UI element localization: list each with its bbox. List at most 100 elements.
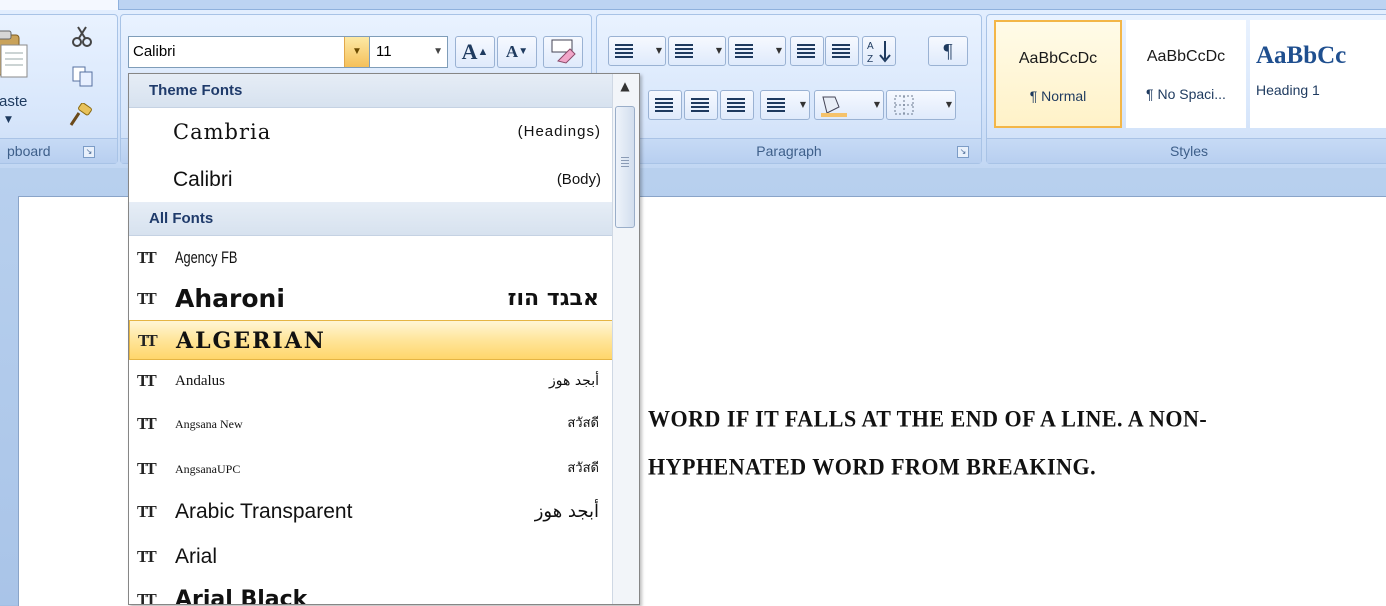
shrink-font-icon: ▼ <box>518 46 529 57</box>
grow-font-icon: ▲ <box>477 46 489 58</box>
font-option-aharoni[interactable]: TT Aharoni אבגד הוז <box>129 279 613 319</box>
clear-formatting-icon <box>551 39 576 64</box>
font-option-role: (Headings) <box>517 123 601 140</box>
font-option-arabic-transparent[interactable]: TT Arabic Transparent أبجد هوز <box>129 492 613 532</box>
paste-icon[interactable] <box>0 29 29 81</box>
font-option-algerian[interactable]: TT ALGERIAN <box>129 320 613 360</box>
borders-button[interactable]: ▼ <box>886 90 956 120</box>
font-option-name: Angsana New <box>175 417 243 431</box>
decrease-indent-button[interactable] <box>790 36 824 66</box>
font-option-andalus[interactable]: TT Andalus أبجد هوز <box>129 361 613 401</box>
paste-dropdown-arrow[interactable]: ▼ <box>5 115 12 125</box>
font-option-angsana-new[interactable]: TT Angsana New สวัสดี <box>129 404 613 444</box>
sort-icon: A Z <box>867 41 891 65</box>
font-size-dropdown-arrow[interactable]: ▼ <box>433 37 443 67</box>
style-sample: AaBbCcDc <box>1146 48 1226 65</box>
clipboard-dialog-launcher[interactable]: ↘ <box>83 146 95 158</box>
svg-text:Z: Z <box>867 54 873 65</box>
style-name: ¶ No Spaci... <box>1146 86 1226 102</box>
font-option-name: Arial <box>175 545 218 568</box>
truetype-font-icon: TT <box>137 502 157 521</box>
font-option-role: (Body) <box>556 171 601 188</box>
truetype-font-icon: TT <box>137 547 157 566</box>
numbering-button[interactable]: ▼ <box>668 36 726 66</box>
font-size-combobox[interactable]: 11 ▼ <box>370 36 448 68</box>
shading-button[interactable]: ▼ <box>814 90 884 120</box>
line-spacing-icon <box>767 98 785 112</box>
style-name: ¶ Normal <box>1029 88 1087 104</box>
font-option-sample: אבגד הוז <box>507 286 599 311</box>
font-option-name: Aharoni <box>175 284 285 313</box>
align-right-icon <box>691 98 709 112</box>
grow-font-button[interactable]: A▲ <box>455 36 495 68</box>
shrink-font-button[interactable]: A▼ <box>497 36 537 68</box>
font-dropdown-list[interactable]: Theme Fonts Cambria (Headings) Calibri (… <box>128 73 640 605</box>
clipboard-group: Paste ▼ pboard ↘ <box>0 14 118 164</box>
line-spacing-button[interactable]: ▼ <box>760 90 810 120</box>
font-option-name: Arial Black <box>175 587 308 605</box>
font-option-name: AngsanaUPC <box>175 462 241 476</box>
document-text-line[interactable]: WORD IF IT FALLS AT THE END OF A LINE. A… <box>648 405 1207 432</box>
style-heading-1[interactable]: AaBbCc Heading 1 <box>1250 20 1386 128</box>
style-sample: AaBbCc <box>1256 42 1347 69</box>
bullets-icon <box>615 44 633 58</box>
multilevel-list-icon <box>735 44 753 58</box>
theme-fonts-header: Theme Fonts <box>129 74 613 108</box>
style-no-spacing[interactable]: AaBbCcDc ¶ No Spaci... <box>1126 20 1246 128</box>
align-right-button[interactable] <box>684 90 718 120</box>
increase-indent-icon <box>832 44 850 58</box>
format-painter-icon[interactable] <box>67 103 93 127</box>
justify-button[interactable] <box>720 90 754 120</box>
style-name: Heading 1 <box>1256 82 1320 98</box>
font-option-name: Andalus <box>175 373 225 389</box>
font-name-value: Calibri <box>133 43 176 60</box>
document-text-line[interactable]: HYPHENATED WORD FROM BREAKING. <box>648 453 1096 480</box>
scroll-up-arrow-icon[interactable]: ▲ <box>615 76 635 96</box>
font-option-arial[interactable]: TT Arial <box>129 537 613 577</box>
styles-group-label: Styles <box>987 138 1386 163</box>
numbering-icon <box>675 44 693 58</box>
decrease-indent-icon <box>797 44 815 58</box>
multilevel-list-button[interactable]: ▼ <box>728 36 786 66</box>
shading-bucket-icon <box>821 96 847 117</box>
font-option-name: Agency FB <box>175 248 238 267</box>
increase-indent-button[interactable] <box>825 36 859 66</box>
truetype-font-icon: TT <box>138 331 158 350</box>
justify-icon <box>727 98 745 112</box>
paragraph-dialog-launcher[interactable]: ↘ <box>957 146 969 158</box>
font-option-cambria[interactable]: Cambria (Headings) <box>129 110 613 154</box>
copy-icon[interactable] <box>71 65 97 89</box>
font-option-arial-black[interactable]: TT Arial Black <box>129 580 613 605</box>
font-option-sample: สวัสดี <box>567 416 599 431</box>
font-name-dropdown-button[interactable]: ▼ <box>344 37 369 67</box>
borders-icon <box>894 95 914 115</box>
font-size-value: 11 <box>376 43 392 60</box>
sort-button[interactable]: A Z <box>862 36 896 66</box>
paragraph-group-label: Paragraph <box>597 138 981 163</box>
style-sample: AaBbCcDc <box>1018 50 1098 67</box>
font-option-agency-fb[interactable]: TT Agency FB <box>129 238 613 278</box>
font-option-name: Cambria <box>173 120 272 144</box>
truetype-font-icon: TT <box>137 414 157 433</box>
show-formatting-marks-button[interactable]: ¶ <box>928 36 968 66</box>
font-option-calibri[interactable]: Calibri (Body) <box>129 158 613 202</box>
clear-formatting-button[interactable] <box>543 36 583 68</box>
scrollbar-thumb[interactable] <box>615 106 635 228</box>
style-normal[interactable]: AaBbCcDc ¶ Normal <box>994 20 1122 128</box>
font-option-sample: أبجد هوز <box>534 501 599 522</box>
pilcrow-icon: ¶ <box>943 40 953 62</box>
font-option-name: ALGERIAN <box>176 328 326 354</box>
font-option-angsanaupc[interactable]: TT AngsanaUPC สวัสดี <box>129 449 613 489</box>
font-name-combobox[interactable]: Calibri ▼ <box>128 36 370 68</box>
font-option-sample: สวัสดี <box>567 461 599 476</box>
truetype-font-icon: TT <box>137 371 157 390</box>
truetype-font-icon: TT <box>137 459 157 478</box>
cut-icon[interactable] <box>69 25 95 49</box>
font-option-name: Arabic Transparent <box>175 500 353 523</box>
font-option-name: Calibri <box>173 168 233 191</box>
align-center-button[interactable] <box>648 90 682 120</box>
bullets-button[interactable]: ▼ <box>608 36 666 66</box>
tab-home[interactable] <box>0 0 119 10</box>
font-list-scrollbar[interactable]: ▲ <box>612 74 639 604</box>
paste-button-label[interactable]: Paste <box>0 93 27 110</box>
